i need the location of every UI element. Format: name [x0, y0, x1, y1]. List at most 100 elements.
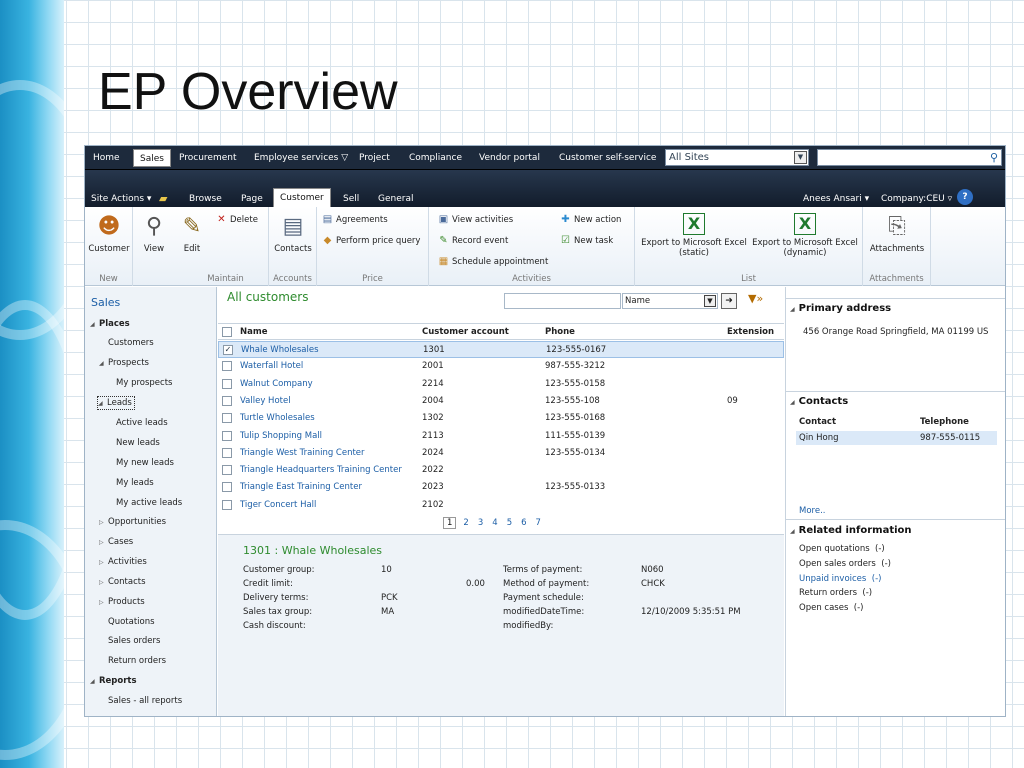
tab-page[interactable]: Page [235, 191, 269, 207]
topnav-sales[interactable]: Sales [133, 149, 171, 167]
edit-button[interactable]: ✎ Edit [175, 213, 209, 254]
row-checkbox[interactable] [222, 395, 232, 406]
nav-new-leads[interactable]: New leads [116, 438, 160, 448]
company-selector[interactable]: Company:CEU ▿ [875, 191, 958, 207]
nav-activities[interactable]: ▷ Activities [99, 557, 147, 567]
table-row[interactable]: ✓ Whale Wholesales 1301 123-555-0167 [218, 341, 784, 358]
new-customer-button[interactable]: ☻ Customer [88, 213, 130, 254]
nav-leads[interactable]: ◢ Leads [97, 396, 135, 410]
filter-go-button[interactable]: ➜ [721, 293, 737, 309]
contacts-more-link[interactable]: More.. [799, 506, 825, 516]
customer-name-link[interactable]: Tulip Shopping Mall [240, 431, 322, 441]
nav-quotations[interactable]: Quotations [108, 617, 155, 627]
column-phone[interactable]: Phone [545, 327, 575, 337]
new-action-button[interactable]: ✚ New action [559, 214, 621, 225]
page-link[interactable]: 3 [478, 518, 483, 528]
table-row[interactable]: Valley Hotel 2004 123-555-108 09 [218, 393, 784, 410]
table-row[interactable]: Walnut Company 2214 123-555-0158 [218, 376, 784, 393]
column-customer-account[interactable]: Customer account [422, 327, 509, 337]
customer-name-link[interactable]: Walnut Company [240, 379, 313, 389]
table-row[interactable]: Triangle West Training Center 2024 123-555… [218, 445, 784, 462]
page-link[interactable]: 6 [521, 518, 526, 528]
topnav-procurement[interactable]: Procurement [173, 146, 243, 170]
view-button[interactable]: ⚲ View [137, 213, 171, 254]
page-link[interactable]: 2 [463, 518, 468, 528]
table-row[interactable]: Tulip Shopping Mall 2113 111-555-0139 [218, 428, 784, 445]
nav-sales-orders[interactable]: Sales orders [108, 636, 160, 646]
customer-name-link[interactable]: Valley Hotel [240, 396, 291, 406]
customer-name-link[interactable]: Waterfall Hotel [240, 361, 303, 371]
nav-contacts[interactable]: ▷ Contacts [99, 577, 146, 587]
return-orders-link[interactable]: Return orders (-) [799, 588, 872, 598]
open-cases-link[interactable]: Open cases (-) [799, 603, 863, 613]
topnav-employee-services[interactable]: Employee services ▽ [248, 146, 354, 170]
nav-reports[interactable]: ◢ Reports [90, 676, 137, 686]
row-checkbox[interactable] [222, 499, 232, 510]
attachments-button[interactable]: ⎘ Attachments [867, 213, 927, 254]
nav-products[interactable]: ▷ Products [99, 597, 145, 607]
table-row[interactable]: Triangle Headquarters Training Center 202… [218, 462, 784, 479]
user-menu[interactable]: Anees Ansari ▾ [797, 191, 875, 207]
filter-field-select[interactable]: Name ▼ [622, 293, 718, 309]
tab-customer[interactable]: Customer [273, 188, 331, 207]
row-checkbox[interactable] [222, 378, 232, 389]
customer-name-link[interactable]: Triangle Headquarters Training Center [240, 465, 402, 475]
column-extension[interactable]: Extension [727, 327, 774, 337]
customer-name-link[interactable]: Turtle Wholesales [240, 413, 315, 423]
new-task-button[interactable]: ☑ New task [559, 235, 613, 246]
page-link[interactable]: 1 [443, 517, 457, 529]
page-link[interactable]: 5 [507, 518, 512, 528]
unpaid-invoices-link[interactable]: Unpaid invoices (-) [799, 574, 881, 584]
row-checkbox[interactable] [222, 465, 232, 476]
customer-name-link[interactable]: Whale Wholesales [241, 345, 319, 355]
row-checkbox[interactable] [222, 430, 232, 441]
topnav-home[interactable]: Home [87, 146, 126, 170]
export-excel-dynamic-button[interactable]: X Export to Microsoft Excel (dynamic) [749, 213, 861, 258]
search-input[interactable]: ⚲ [817, 149, 1002, 166]
customer-name-link[interactable]: Triangle West Training Center [240, 448, 365, 458]
row-checkbox[interactable] [222, 447, 232, 458]
record-event-button[interactable]: ✎ Record event [437, 235, 508, 246]
tab-browse[interactable]: Browse [183, 191, 228, 207]
nav-opportunities[interactable]: ▷ Opportunities [99, 517, 166, 527]
nav-places[interactable]: ◢ Places [90, 319, 130, 329]
nav-my-prospects[interactable]: My prospects [116, 378, 172, 388]
column-name[interactable]: Name [240, 327, 267, 337]
nav-sales[interactable]: Sales [91, 296, 120, 309]
table-row[interactable]: Triangle East Training Center 2023 123-555… [218, 479, 784, 496]
nav-cases[interactable]: ▷ Cases [99, 537, 133, 547]
table-row[interactable]: Turtle Wholesales 1302 123-555-0168 [218, 410, 784, 427]
nav-return-orders[interactable]: Return orders [108, 656, 166, 666]
primary-address-header[interactable]: ◢ Primary address [786, 303, 1005, 314]
table-row[interactable]: Tiger Concert Hall 2102 [218, 497, 784, 514]
agreements-button[interactable]: ▤ Agreements [321, 214, 388, 225]
help-icon[interactable]: ? [957, 189, 973, 205]
schedule-appointment-button[interactable]: ▦ Schedule appointment [437, 256, 549, 267]
perform-price-query-button[interactable]: ◆ Perform price query [321, 235, 421, 246]
nav-active-leads[interactable]: Active leads [116, 418, 168, 428]
nav-sales-all-reports[interactable]: Sales - all reports [108, 696, 182, 706]
delete-button[interactable]: ✕ Delete [215, 214, 258, 225]
related-information-header[interactable]: ◢ Related information [786, 525, 1005, 536]
topnav-customer-self-service[interactable]: Customer self-service [553, 146, 662, 170]
customer-name-link[interactable]: Tiger Concert Hall [240, 500, 316, 510]
filter-icon[interactable]: ▼» [748, 292, 763, 305]
sites-select[interactable]: All Sites ▼ [665, 149, 809, 166]
contact-row[interactable]: Qin Hong 987-555-0115 [796, 431, 997, 445]
nav-my-active-leads[interactable]: My active leads [116, 498, 182, 508]
topnav-project[interactable]: Project [353, 146, 396, 170]
topnav-vendor-portal[interactable]: Vendor portal [473, 146, 546, 170]
page-link[interactable]: 7 [536, 518, 541, 528]
select-all-checkbox[interactable] [222, 327, 232, 337]
customer-name-link[interactable]: Triangle East Training Center [240, 482, 362, 492]
page-link[interactable]: 4 [492, 518, 497, 528]
open-sales-orders-link[interactable]: Open sales orders (-) [799, 559, 891, 569]
filter-input[interactable] [504, 293, 621, 309]
table-row[interactable]: Waterfall Hotel 2001 987-555-3212 [218, 358, 784, 375]
nav-my-new-leads[interactable]: My new leads [116, 458, 174, 468]
tab-general[interactable]: General [372, 191, 419, 207]
export-excel-static-button[interactable]: X Export to Microsoft Excel (static) [638, 213, 750, 258]
row-checkbox[interactable]: ✓ [223, 345, 233, 355]
topnav-compliance[interactable]: Compliance [403, 146, 468, 170]
site-actions-menu[interactable]: Site Actions ▾ [85, 191, 157, 207]
